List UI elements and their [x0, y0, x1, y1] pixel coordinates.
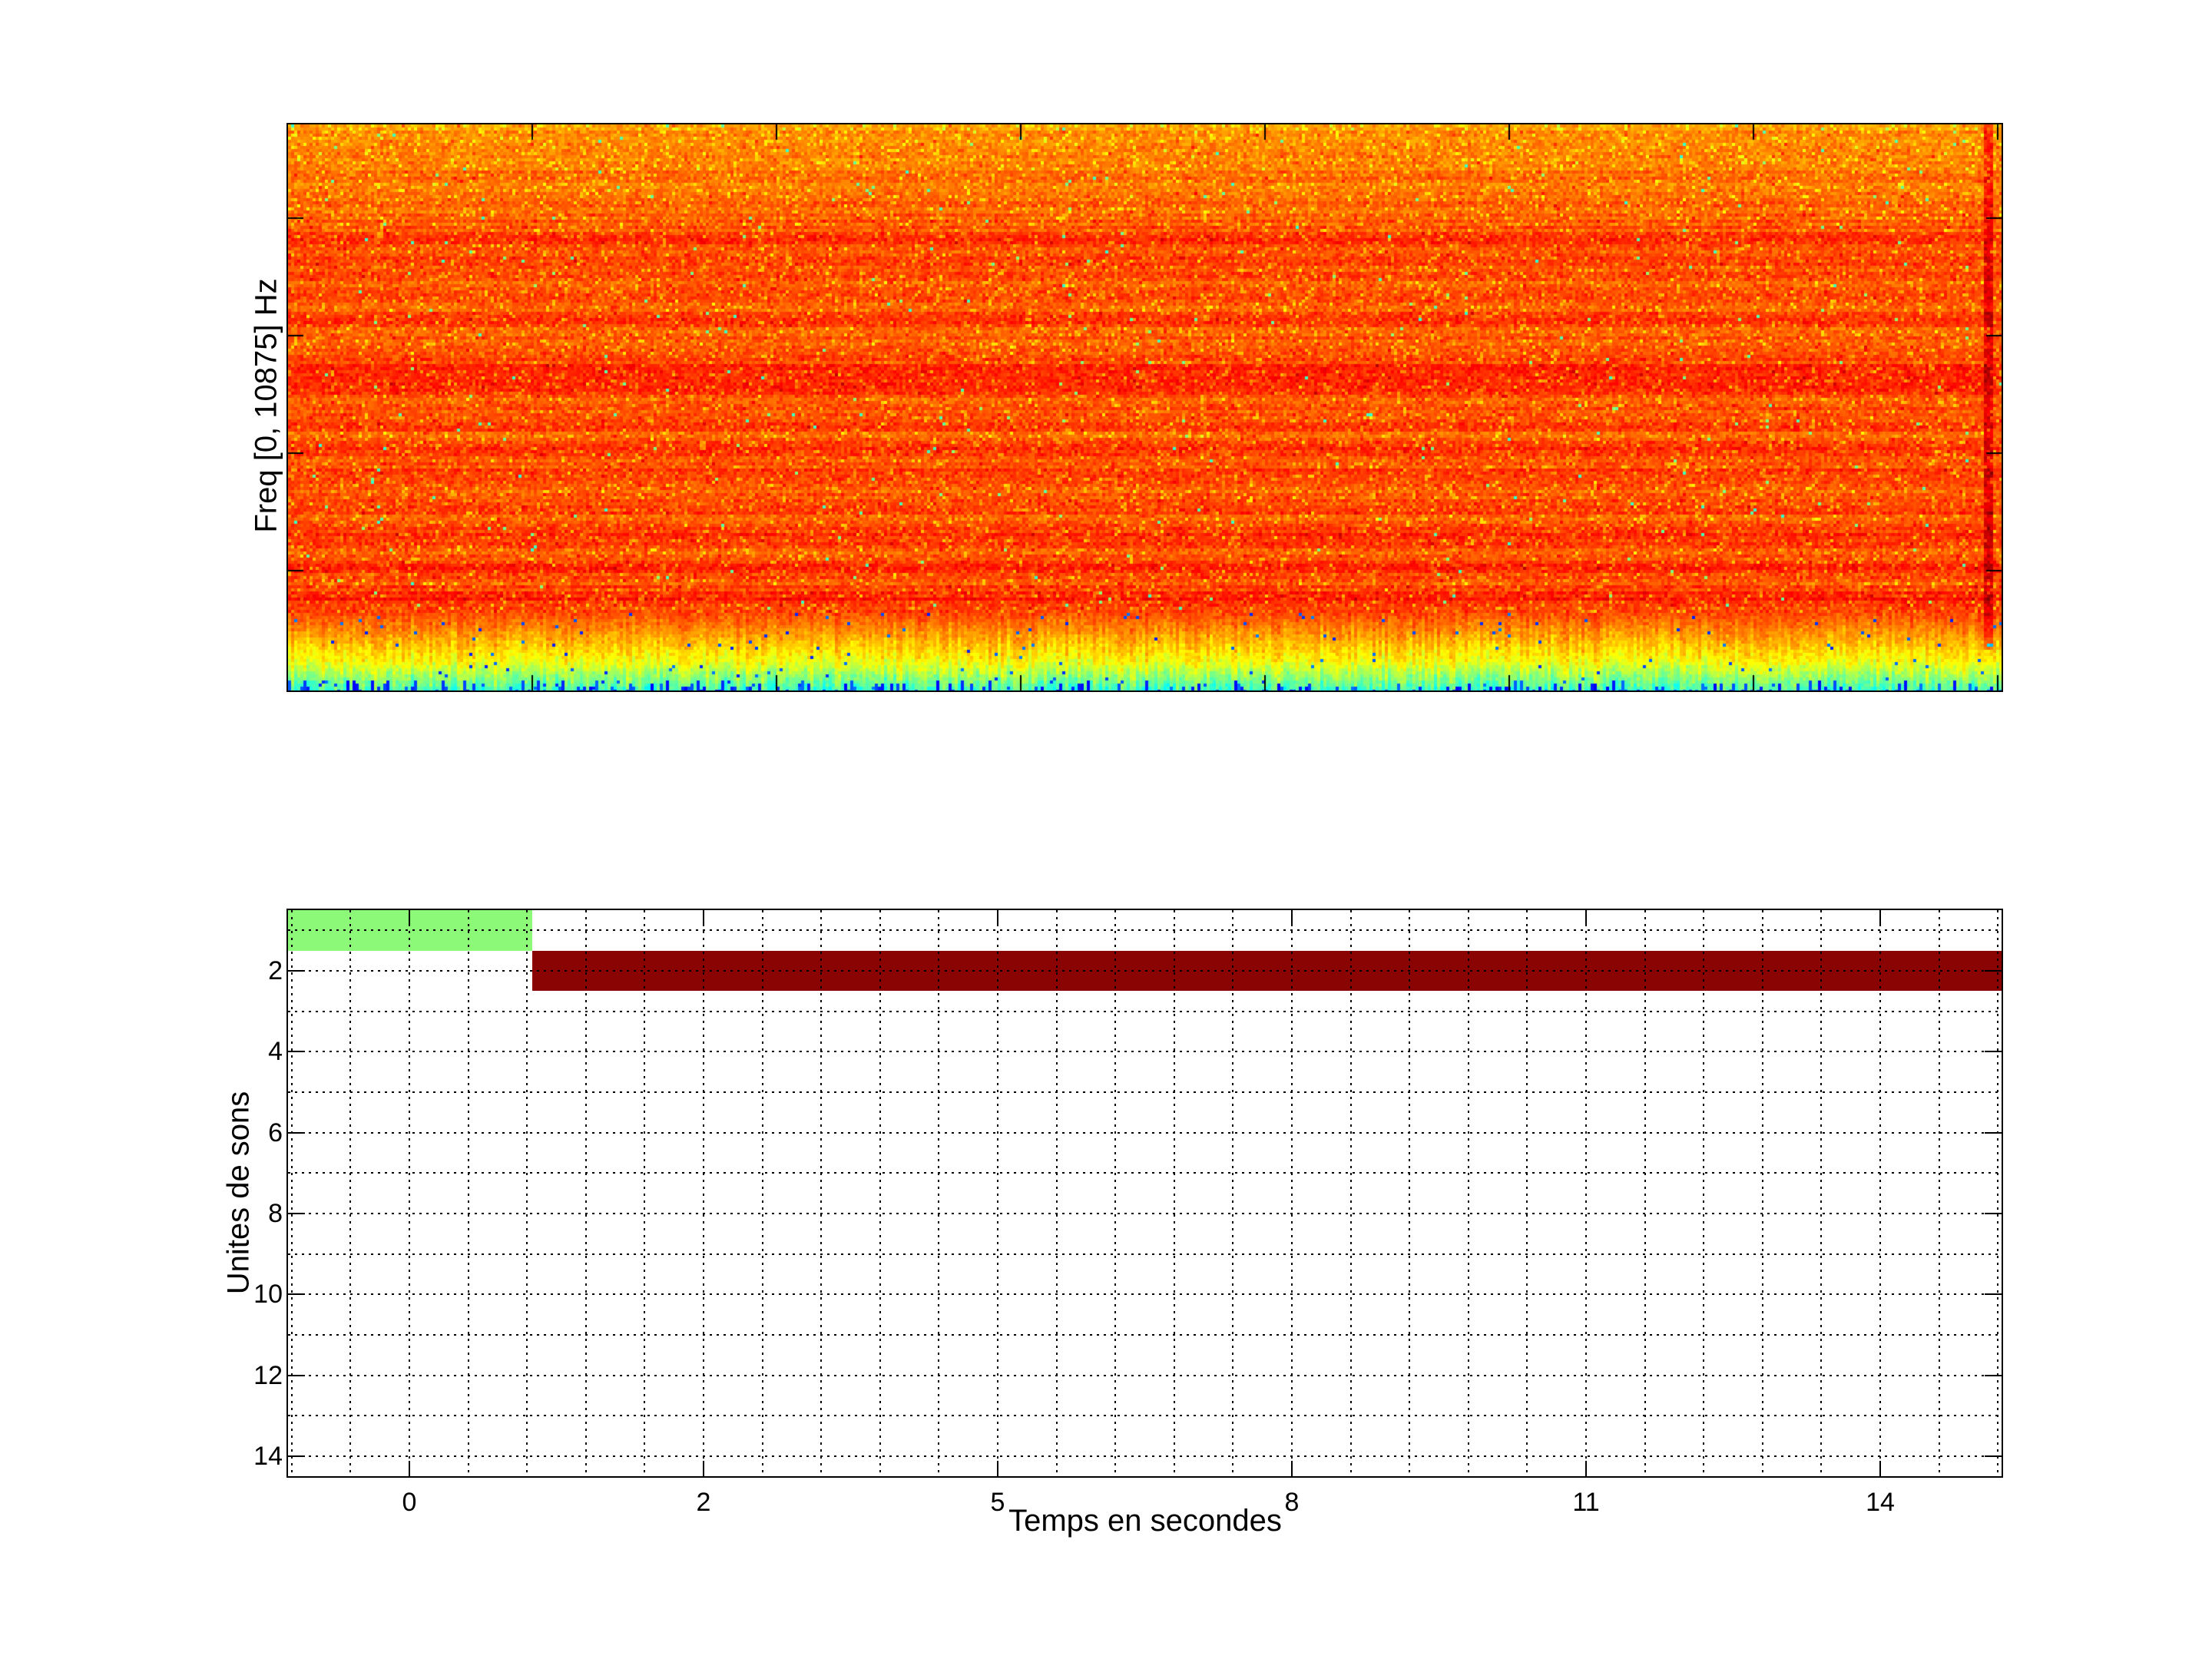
grid-line-horizontal: [288, 1131, 2002, 1134]
grid-line-horizontal: [288, 970, 2002, 972]
grid-layer: [288, 910, 2002, 1476]
y-tick-label: 2: [268, 956, 283, 985]
x-tick-label: 2: [696, 1488, 711, 1517]
grid-line-vertical: [761, 910, 763, 1476]
grid-line-vertical: [1526, 910, 1528, 1476]
spectrogram-canvas: [288, 124, 2002, 690]
y-tick-label: 4: [268, 1037, 283, 1067]
grid-line-vertical: [584, 910, 587, 1476]
grid-line-horizontal: [288, 1415, 2002, 1417]
grid-line-vertical: [1761, 910, 1763, 1476]
axis-tick-x: [703, 1461, 704, 1476]
matlab-figure: Freq [0, 10875] Hz Unites de sons Temps …: [0, 0, 2212, 1659]
grid-line-vertical: [1820, 910, 1823, 1476]
axis-tick-y: [1985, 1131, 2002, 1134]
grid-line-vertical: [997, 910, 998, 1476]
grid-line-vertical: [1409, 910, 1411, 1476]
grid-line-horizontal: [288, 1253, 2002, 1255]
grid-line-vertical: [1938, 910, 1940, 1476]
y-tick-label: 12: [253, 1360, 283, 1390]
grid-line-vertical: [820, 910, 823, 1476]
axis-tick-y: [288, 1455, 305, 1458]
grid-line-vertical: [290, 910, 293, 1476]
spectrogram-plot: [286, 123, 2003, 692]
segment-bar-unit1: [288, 910, 532, 951]
axis-tick-x: [1879, 910, 1881, 926]
grid-line-vertical: [1467, 910, 1469, 1476]
axis-tick-x: [1585, 1461, 1587, 1476]
axis-tick-x: [997, 910, 998, 926]
axis-tick-y: [288, 1051, 305, 1053]
axis-tick-x: [703, 910, 704, 926]
axis-tick-y: [288, 970, 305, 972]
axis-tick-y: [1985, 1455, 2002, 1458]
x-tick-label: 11: [1572, 1488, 1600, 1517]
grid-line-vertical: [1879, 910, 1881, 1476]
grid-line-vertical: [1703, 910, 1705, 1476]
axis-tick-y: [1985, 1293, 2002, 1296]
axis-tick-y: [1985, 970, 2002, 972]
axis-tick-y: [288, 1131, 305, 1134]
grid-line-horizontal: [288, 1091, 2002, 1093]
segments-plot: [286, 909, 2003, 1478]
axis-tick-y: [1985, 1213, 2002, 1215]
grid-line-vertical: [467, 910, 469, 1476]
axis-tick-y: [288, 1213, 305, 1215]
grid-line-vertical: [1055, 910, 1058, 1476]
grid-line-vertical: [1644, 910, 1646, 1476]
y-tick-label: 14: [253, 1442, 283, 1472]
grid-line-vertical: [1349, 910, 1352, 1476]
grid-line-horizontal: [288, 1010, 2002, 1012]
grid-line-horizontal: [288, 1172, 2002, 1174]
x-tick-label: 5: [990, 1488, 1005, 1517]
grid-line-vertical: [938, 910, 940, 1476]
grid-line-vertical: [703, 910, 704, 1476]
x-tick-label: 0: [402, 1488, 417, 1517]
axis-tick-x: [409, 1461, 410, 1476]
axis-tick-x: [1291, 1461, 1293, 1476]
axis-tick-x: [1585, 910, 1587, 926]
y-tick-label: 6: [268, 1118, 283, 1147]
segments-xlabel: Temps en secondes: [1008, 1504, 1282, 1538]
grid-line-horizontal: [288, 929, 2002, 932]
axis-tick-x: [1879, 1461, 1881, 1476]
axis-tick-y: [288, 1374, 305, 1376]
spectrogram-ylabel: Freq [0, 10875] Hz: [249, 278, 283, 533]
x-tick-label: 8: [1284, 1488, 1300, 1517]
axis-tick-x: [997, 1461, 998, 1476]
grid-line-vertical: [1173, 910, 1175, 1476]
grid-line-horizontal: [288, 1051, 2002, 1053]
y-tick-label: 10: [253, 1280, 283, 1310]
axis-ticks-layer: [288, 910, 2002, 1476]
grid-line-vertical: [1585, 910, 1587, 1476]
grid-line-horizontal: [288, 1374, 2002, 1376]
grid-line-vertical: [1114, 910, 1117, 1476]
segment-bars-layer: [288, 910, 2002, 1476]
grid-line-vertical: [1291, 910, 1293, 1476]
axis-tick-y: [1985, 1051, 2002, 1053]
grid-line-vertical: [409, 910, 410, 1476]
axis-tick-x: [409, 910, 410, 926]
grid-line-vertical: [1232, 910, 1234, 1476]
grid-line-vertical: [526, 910, 528, 1476]
segment-bar-unit2: [531, 950, 2002, 992]
grid-line-vertical: [879, 910, 881, 1476]
grid-line-vertical: [644, 910, 646, 1476]
axis-tick-x: [1291, 910, 1293, 926]
axis-tick-y: [288, 1293, 305, 1296]
grid-line-horizontal: [288, 1213, 2002, 1215]
y-tick-label: 8: [268, 1199, 283, 1229]
grid-line-vertical: [349, 910, 352, 1476]
grid-line-horizontal: [288, 1293, 2002, 1296]
grid-line-vertical: [1997, 910, 1999, 1476]
grid-line-horizontal: [288, 1334, 2002, 1336]
axis-tick-y: [1985, 1374, 2002, 1376]
x-tick-label: 14: [1866, 1488, 1895, 1517]
grid-line-horizontal: [288, 1455, 2002, 1458]
